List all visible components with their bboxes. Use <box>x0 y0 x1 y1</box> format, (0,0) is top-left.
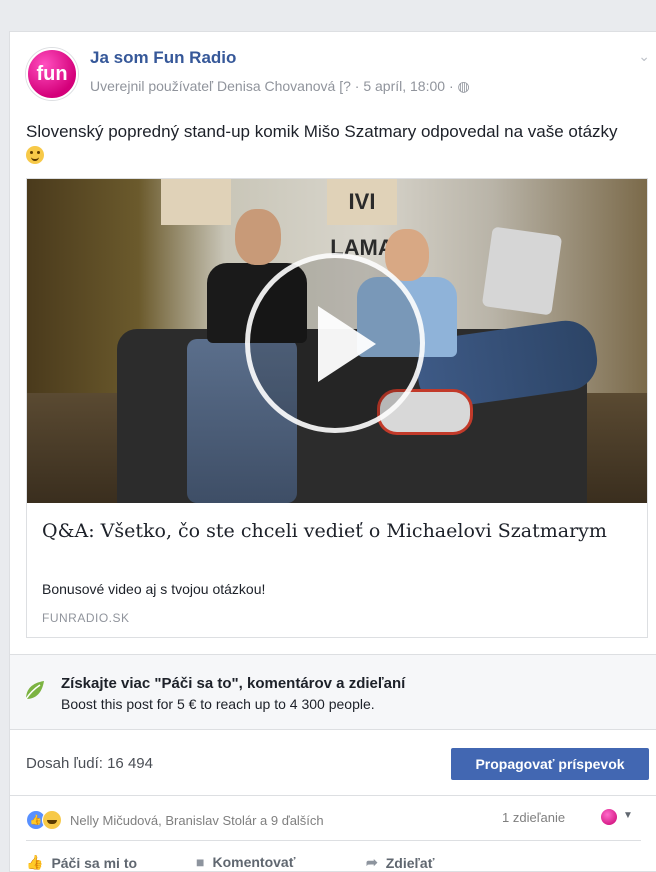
smile-emoji-icon <box>26 146 44 164</box>
page-selector-avatar[interactable] <box>601 809 617 825</box>
comment-button[interactable]: ■ Komentovať <box>196 854 295 870</box>
boost-title: Získajte viac "Páči sa to", komentárov a… <box>61 675 406 692</box>
laptop <box>481 226 563 316</box>
boost-banner[interactable]: Získajte viac "Páči sa to", komentárov a… <box>10 654 656 730</box>
reactions-text: Nelly Mičudová, Branislav Stolár a 9 ďal… <box>70 812 324 828</box>
haha-reaction-icon <box>42 810 62 830</box>
link-preview[interactable]: IVI LAMA Q&A: Všetko, čo ste chceli vedi… <box>26 178 648 638</box>
like-button[interactable]: 👍 Páči sa mi to <box>26 854 137 871</box>
chevron-down-icon[interactable]: ⌄ <box>638 48 650 65</box>
link-title[interactable]: Q&A: Všetko, čo ste chceli vedieť o Mich… <box>42 517 632 545</box>
divider <box>26 840 641 841</box>
shares-count[interactable]: 1 zdieľanie <box>502 810 565 825</box>
video-thumbnail[interactable]: IVI LAMA <box>27 179 647 503</box>
comment-label: Komentovať <box>212 854 296 870</box>
page-avatar[interactable]: fun <box>26 48 78 100</box>
poster-lama: IVI LAMA <box>327 179 397 260</box>
link-description: Bonusové video aj s tvojou otázkou! <box>42 581 266 597</box>
thumbs-up-icon: 👍 <box>26 854 44 870</box>
post-card: fun Ja som Fun Radio Uverejnil používate… <box>9 31 656 872</box>
post-meta: Uverejnil používateľ Denisa Chovanová [?… <box>90 78 470 95</box>
leaf-icon <box>25 681 44 700</box>
share-arrow-icon: ➦ <box>366 854 378 870</box>
share-label: Zdieľať <box>385 854 435 871</box>
link-domain: FUNRADIO.SK <box>42 611 130 625</box>
logo-text: fun <box>36 62 68 85</box>
page-name-link[interactable]: Ja som Fun Radio <box>90 48 236 68</box>
post-text: Slovenský popredný stand-up komik Mišo S… <box>26 120 626 168</box>
caret-down-icon[interactable]: ▼ <box>623 810 633 821</box>
share-button[interactable]: ➦ Zdieľať <box>366 854 434 871</box>
reactions-summary[interactable]: 👍 Nelly Mičudová, Branislav Stolár a 9 ď… <box>26 810 324 830</box>
promote-button[interactable]: Propagovať príspevok <box>451 748 649 780</box>
post-meta-text[interactable]: Uverejnil používateľ Denisa Chovanová [?… <box>90 78 458 94</box>
post-header: fun Ja som Fun Radio Uverejnil používate… <box>26 44 656 104</box>
like-label: Páči sa mi to <box>51 854 138 871</box>
head <box>235 209 281 265</box>
play-icon[interactable] <box>245 253 425 433</box>
divider <box>10 795 656 796</box>
post-text-content: Slovenský popredný stand-up komik Mišo S… <box>26 122 618 141</box>
boost-subtitle: Boost this post for 5 € to reach up to 4… <box>61 696 375 712</box>
comment-icon: ■ <box>196 854 205 870</box>
globe-icon: ◍ <box>457 78 470 94</box>
reach-count[interactable]: Dosah ľudí: 16 494 <box>26 755 153 772</box>
